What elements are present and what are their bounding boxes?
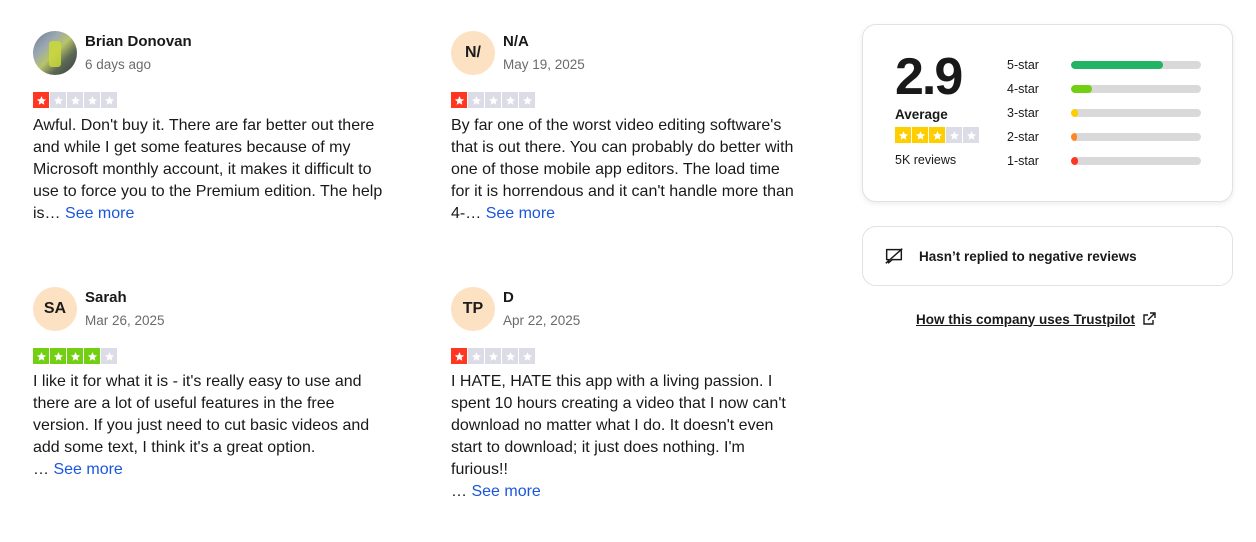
review-card: N/ N/A May 19, 2025 By far one of the wo… bbox=[451, 31, 801, 225]
review-text: By far one of the worst video editing so… bbox=[451, 115, 801, 225]
star-empty-icon bbox=[519, 92, 535, 108]
bar-label: 5-star bbox=[1007, 58, 1039, 72]
review-body: I HATE, HATE this app with a living pass… bbox=[451, 373, 786, 478]
star-empty-icon bbox=[502, 348, 518, 364]
review-date: 6 days ago bbox=[85, 57, 152, 72]
reviewer-name[interactable]: D bbox=[503, 289, 514, 306]
bar-label: 3-star bbox=[1007, 106, 1039, 120]
ellipsis: … bbox=[451, 483, 467, 500]
star-empty-icon bbox=[485, 348, 501, 364]
bar-track bbox=[1071, 85, 1201, 93]
bar-fill bbox=[1071, 61, 1163, 69]
see-more-link[interactable]: See more bbox=[471, 483, 540, 500]
rating-bar-1[interactable]: 1-star bbox=[1007, 154, 1207, 168]
star-empty-icon bbox=[67, 92, 83, 108]
external-link-icon bbox=[1143, 312, 1156, 325]
star-rating bbox=[451, 348, 801, 364]
rating-bar-3[interactable]: 3-star bbox=[1007, 106, 1207, 120]
see-more-link[interactable]: See more bbox=[65, 205, 134, 222]
bar-fill bbox=[1071, 109, 1078, 117]
bar-label: 2-star bbox=[1007, 130, 1039, 144]
star-empty-icon bbox=[101, 92, 117, 108]
bar-track bbox=[1071, 157, 1201, 165]
bar-label: 4-star bbox=[1007, 82, 1039, 96]
bar-track bbox=[1071, 109, 1201, 117]
star-filled-icon bbox=[451, 92, 467, 108]
star-filled-icon bbox=[33, 348, 49, 364]
bar-track bbox=[1071, 61, 1201, 69]
star-filled-icon bbox=[912, 127, 928, 143]
star-filled-icon bbox=[929, 127, 945, 143]
bar-track bbox=[1071, 133, 1201, 141]
star-rating bbox=[33, 92, 383, 108]
reply-notice: Hasn’t replied to negative reviews bbox=[862, 226, 1233, 286]
review-body: I like it for what it is - it's really e… bbox=[33, 373, 370, 456]
speech-bubble-icon bbox=[885, 248, 903, 264]
star-empty-icon bbox=[502, 92, 518, 108]
review-count[interactable]: 5K reviews bbox=[895, 153, 956, 167]
trust-link-label: How this company uses Trustpilot bbox=[916, 311, 1136, 327]
rating-summary-card: 2.9 Average 5K reviews 5-star 4-star 3-s… bbox=[862, 24, 1233, 202]
star-filled-icon bbox=[451, 348, 467, 364]
score-label: Average bbox=[895, 107, 948, 122]
reviewer-name[interactable]: N/A bbox=[503, 33, 529, 50]
star-filled-icon bbox=[50, 348, 66, 364]
review-date: Mar 26, 2025 bbox=[85, 313, 165, 328]
bar-fill bbox=[1071, 133, 1077, 141]
star-empty-icon bbox=[468, 348, 484, 364]
review-card: TP D Apr 22, 2025 I HATE, HATE this app … bbox=[451, 287, 801, 503]
star-filled-icon bbox=[895, 127, 911, 143]
how-company-uses-trustpilot-link[interactable]: How this company uses Trustpilot bbox=[916, 311, 1157, 327]
bar-fill bbox=[1071, 157, 1078, 165]
review-text: I HATE, HATE this app with a living pass… bbox=[451, 371, 801, 503]
star-rating bbox=[451, 92, 801, 108]
star-empty-icon bbox=[50, 92, 66, 108]
rating-bar-2[interactable]: 2-star bbox=[1007, 130, 1207, 144]
reviewer-name[interactable]: Brian Donovan bbox=[85, 33, 192, 50]
see-more-link[interactable]: See more bbox=[486, 205, 555, 222]
star-empty-icon bbox=[946, 127, 962, 143]
star-empty-icon bbox=[519, 348, 535, 364]
review-text: I like it for what it is - it's really e… bbox=[33, 371, 383, 481]
avatar[interactable]: N/ bbox=[451, 31, 495, 75]
ellipsis: … bbox=[33, 461, 49, 478]
overall-star-rating bbox=[895, 127, 979, 143]
reply-notice-text: Hasn’t replied to negative reviews bbox=[919, 248, 1137, 264]
rating-bar-5[interactable]: 5-star bbox=[1007, 58, 1207, 72]
star-empty-icon bbox=[485, 92, 501, 108]
overall-score: 2.9 bbox=[895, 48, 963, 106]
avatar[interactable]: TP bbox=[451, 287, 495, 331]
star-rating bbox=[33, 348, 383, 364]
reviewer-name[interactable]: Sarah bbox=[85, 289, 127, 306]
rating-bar-4[interactable]: 4-star bbox=[1007, 82, 1207, 96]
review-text: Awful. Don't buy it. There are far bette… bbox=[33, 115, 383, 225]
star-empty-icon bbox=[468, 92, 484, 108]
review-card: SA Sarah Mar 26, 2025 I like it for what… bbox=[33, 287, 383, 481]
bar-fill bbox=[1071, 85, 1092, 93]
see-more-link[interactable]: See more bbox=[53, 461, 122, 478]
star-filled-icon bbox=[67, 348, 83, 364]
review-date: Apr 22, 2025 bbox=[503, 313, 581, 328]
review-card: Brian Donovan 6 days ago Awful. Don't bu… bbox=[33, 31, 383, 225]
review-date: May 19, 2025 bbox=[503, 57, 585, 72]
avatar[interactable]: SA bbox=[33, 287, 77, 331]
avatar[interactable] bbox=[33, 31, 77, 75]
star-empty-icon bbox=[84, 92, 100, 108]
star-filled-icon bbox=[84, 348, 100, 364]
star-empty-icon bbox=[963, 127, 979, 143]
star-filled-icon bbox=[33, 92, 49, 108]
star-empty-icon bbox=[101, 348, 117, 364]
bar-label: 1-star bbox=[1007, 154, 1039, 168]
